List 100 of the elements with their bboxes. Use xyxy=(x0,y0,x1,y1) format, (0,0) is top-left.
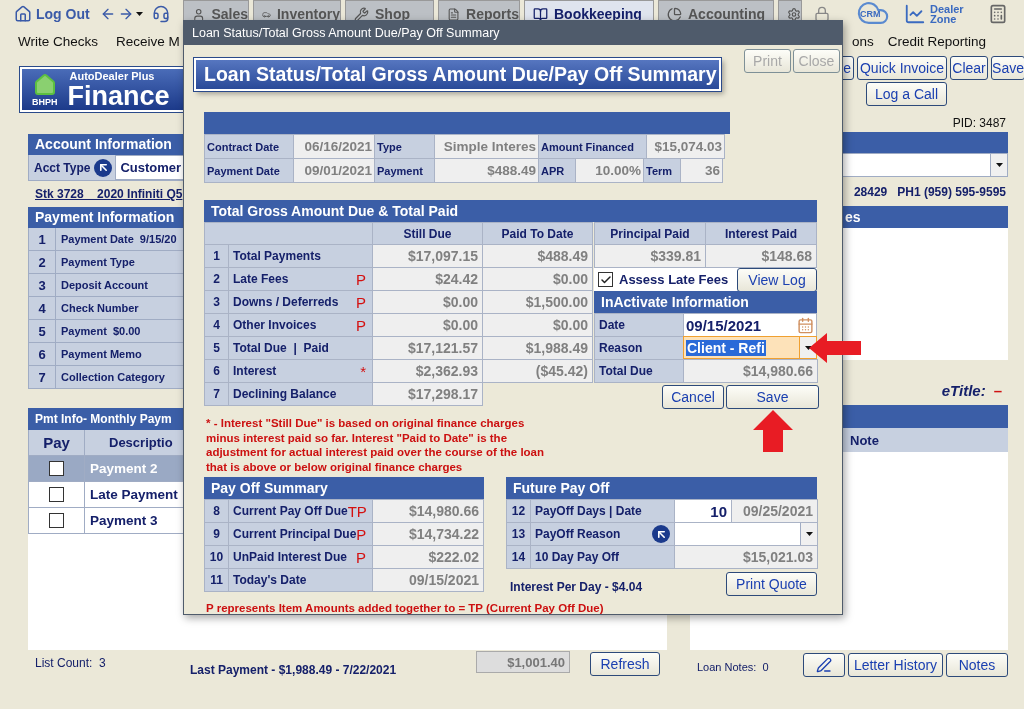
notes-button[interactable]: Notes xyxy=(946,653,1008,677)
pay-checkbox[interactable] xyxy=(49,487,64,502)
settings-icon[interactable] xyxy=(787,6,801,22)
column-header: Interest Paid xyxy=(705,222,817,245)
row-number: 1 xyxy=(204,244,229,268)
calendar-icon[interactable] xyxy=(797,316,814,334)
table-cell: $148.68 xyxy=(705,244,817,268)
headset-icon[interactable] xyxy=(152,5,170,23)
row-number: 3 xyxy=(29,274,56,296)
caret-icon xyxy=(804,345,812,350)
etitle-value: – xyxy=(993,382,1002,399)
arrow-icon xyxy=(809,333,861,363)
print-quote-button[interactable]: Print Quote xyxy=(726,572,817,596)
field-value: 06/16/2021 xyxy=(304,139,372,154)
row-marker: P xyxy=(356,548,367,566)
chart-icon xyxy=(904,3,926,25)
field-label: Date xyxy=(594,313,684,337)
menu-item[interactable]: Receive M xyxy=(116,33,180,49)
refresh-button[interactable]: Refresh xyxy=(590,652,660,676)
row-label: Late Fees xyxy=(233,272,289,286)
table-cell: $0.00 xyxy=(482,267,593,291)
view-log-button[interactable]: View Log xyxy=(737,267,817,292)
menu-item[interactable]: ons xyxy=(851,33,874,49)
arrow-circle-icon[interactable] xyxy=(652,525,670,543)
field-label: Payment Date 9/15/20 xyxy=(60,233,177,245)
crm-button[interactable]: CRM xyxy=(854,0,892,26)
row-number: 6 xyxy=(204,359,229,383)
panel-header: Future Pay Off xyxy=(506,477,817,499)
cancel-button[interactable]: Cancel xyxy=(662,385,724,409)
table-cell: $0.00 xyxy=(372,313,483,337)
field-label: Contract Date xyxy=(207,140,280,153)
row-label: 10 Day Pay Off xyxy=(535,550,620,564)
table-cell: $0.00 xyxy=(372,290,483,314)
document-icon xyxy=(447,6,461,22)
field-label: Amount Financed xyxy=(541,140,634,153)
row-label: Interest xyxy=(233,364,277,378)
arrow-circle-icon[interactable] xyxy=(94,158,113,177)
column-header: Descriptio xyxy=(108,435,173,450)
table-cell: $2,362.93 xyxy=(372,359,483,383)
table-cell: $339.81 xyxy=(594,244,706,268)
field-value: $14,980.66 xyxy=(683,359,818,383)
row-marker: P xyxy=(356,293,367,311)
row-marker: P xyxy=(356,316,367,334)
log-out-link[interactable]: Log Out xyxy=(14,0,100,28)
table-cell: $488.49 xyxy=(482,244,593,268)
left-arrow-icon[interactable] xyxy=(100,6,116,22)
row-label: PayOff Days | Date xyxy=(535,504,642,518)
list-count: List Count: 3 xyxy=(34,656,107,670)
amount-field: $1,001.40 xyxy=(476,651,570,673)
calculator-icon[interactable] xyxy=(988,4,1008,24)
row-number: 2 xyxy=(204,267,229,291)
save-button[interactable]: Save xyxy=(726,385,819,409)
column-header: Still Due xyxy=(372,222,483,245)
table-header: Total Gross Amount Due & Total Paid xyxy=(204,200,817,222)
toolbar-button[interactable]: Quick Invoice xyxy=(857,56,947,80)
date-field[interactable]: 09/15/2021 xyxy=(683,313,817,337)
pid-label: PID: 3487 xyxy=(951,115,1007,132)
toolbar-button[interactable]: Save xyxy=(991,56,1024,80)
row-label: Downs / Deferreds xyxy=(233,295,339,309)
toolbar-button[interactable]: Clear xyxy=(950,56,988,80)
log-call-button[interactable]: Log a Call xyxy=(866,82,947,106)
payment-label: Payment 3 xyxy=(89,513,158,528)
row-label: Current Principal Due xyxy=(233,527,357,541)
row-label: Other Invoices xyxy=(233,318,317,332)
row-number: 14 xyxy=(506,545,531,569)
field-label: Total Due xyxy=(594,359,684,383)
pay-checkbox[interactable] xyxy=(49,513,64,528)
row-number: 13 xyxy=(506,522,531,546)
letter-history-button[interactable]: Letter History xyxy=(848,653,943,677)
caret-icon xyxy=(995,163,1003,167)
field-label: Term xyxy=(646,164,673,177)
table-cell: $1,500.00 xyxy=(482,290,593,314)
vehicle-link[interactable]: Stk 3728 2020 Infiniti Q5 xyxy=(28,187,183,201)
caret-icon xyxy=(136,12,143,16)
loan-notes-count: Loan Notes: 0 xyxy=(696,661,770,673)
signature-button[interactable] xyxy=(803,653,845,677)
row-number: 9 xyxy=(204,522,229,546)
table-cell: 09/25/2021 xyxy=(731,499,818,523)
row-number: 1 xyxy=(29,228,56,250)
table-cell: $15,021.03 xyxy=(674,545,818,569)
row-marker: TP xyxy=(347,502,368,520)
field-value: Simple Interes xyxy=(443,139,536,154)
row-label: Today's Date xyxy=(233,573,307,587)
reason-select[interactable]: Client - Refi xyxy=(683,336,817,359)
lock-icon[interactable] xyxy=(814,6,830,22)
table-cell: 09/15/2021 xyxy=(372,568,484,592)
menu-item[interactable]: Write Checks xyxy=(18,33,99,49)
row-marker: P xyxy=(356,525,368,543)
house-icon xyxy=(32,72,57,97)
row-number: 7 xyxy=(204,382,229,406)
days-input[interactable]: 10 xyxy=(674,499,732,523)
pie-chart-icon xyxy=(667,6,682,22)
field-label: Payment xyxy=(377,164,423,177)
contact-info: 28429 xyxy=(853,184,888,199)
dealer-zone-link[interactable]: Dealer Zone xyxy=(904,0,980,28)
late-fees-checkbox[interactable] xyxy=(598,272,613,287)
pay-checkbox[interactable] xyxy=(49,461,64,476)
menu-item[interactable]: Credit Reporting xyxy=(887,33,986,49)
banner-title: Finance xyxy=(67,81,170,110)
table-cell: ($45.42) xyxy=(482,359,593,383)
